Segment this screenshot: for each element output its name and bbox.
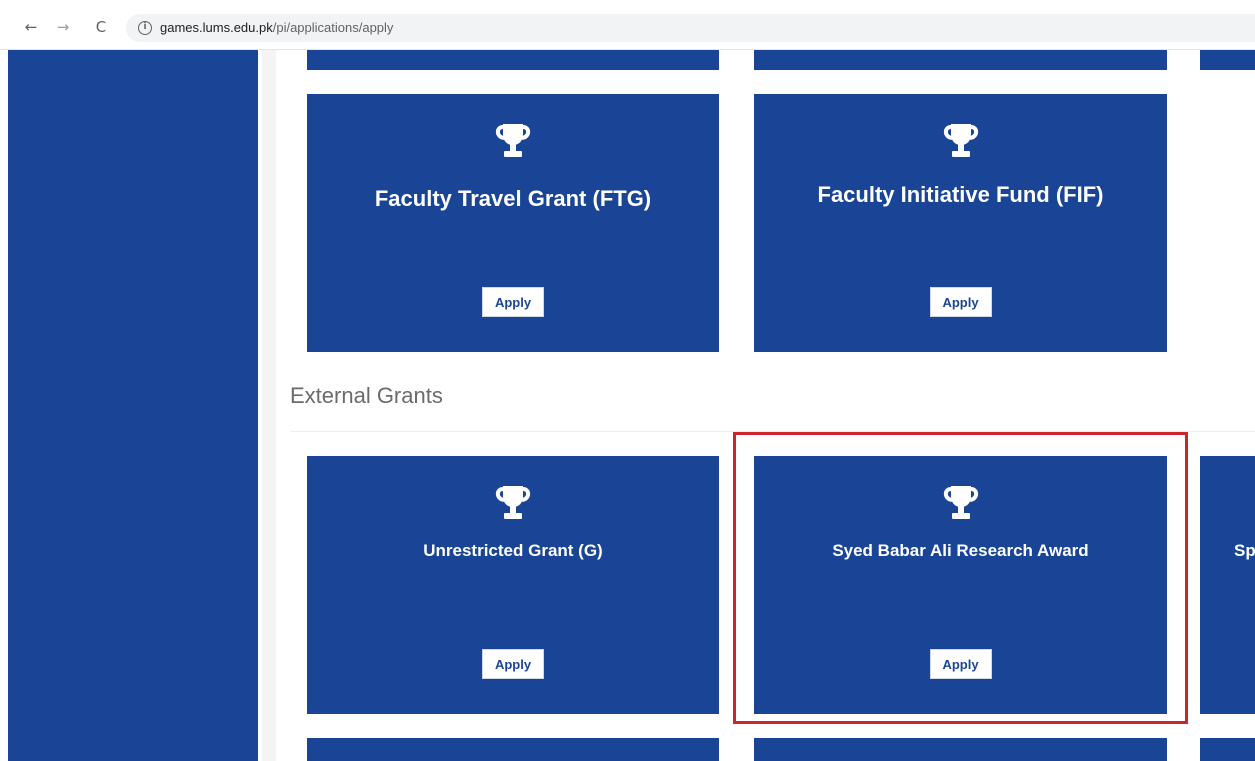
grant-card-ftg: Faculty Travel Grant (FTG) Apply xyxy=(307,94,719,352)
back-arrow-icon[interactable]: ← xyxy=(22,18,40,36)
grant-card-partial xyxy=(754,738,1167,761)
left-sidebar xyxy=(8,50,258,761)
apply-button[interactable]: Apply xyxy=(482,287,544,317)
grant-title: Sp xyxy=(1234,541,1255,560)
trophy-icon xyxy=(943,486,978,519)
url-text[interactable]: games.lums.edu.pk/pi/applications/apply xyxy=(160,20,393,35)
grant-card-unrestricted: Unrestricted Grant (G) Apply xyxy=(307,456,719,714)
url-host: games.lums.edu.pk xyxy=(160,20,273,35)
section-divider xyxy=(290,431,1255,432)
grant-card-partial xyxy=(1200,50,1255,70)
trophy-icon xyxy=(495,486,531,519)
section-title-external-grants: External Grants xyxy=(290,383,443,408)
trophy-icon xyxy=(943,124,978,157)
reload-icon[interactable]: C xyxy=(92,18,110,36)
info-icon[interactable]: i xyxy=(138,21,152,35)
grant-card-partial xyxy=(1200,738,1255,761)
grant-title: Faculty Travel Grant (FTG) xyxy=(374,186,652,211)
browser-toolbar: ← → C i games.lums.edu.pk/pi/application… xyxy=(0,0,1255,50)
trophy-icon xyxy=(495,124,531,157)
grant-card-partial xyxy=(307,50,719,70)
apply-button[interactable]: Apply xyxy=(929,287,992,317)
grant-title: Unrestricted Grant (G) xyxy=(423,541,603,560)
address-bar[interactable]: i games.lums.edu.pk/pi/applications/appl… xyxy=(126,14,1255,42)
forward-arrow-icon[interactable]: → xyxy=(54,18,72,36)
apply-button[interactable]: Apply xyxy=(929,649,992,679)
card-gutter xyxy=(1200,94,1255,352)
grant-title: Faculty Initiative Fund (FIF) xyxy=(817,182,1104,207)
content-gutter xyxy=(262,50,276,761)
grant-card-partial xyxy=(754,50,1167,70)
grant-card-syed-babar-ali: Syed Babar Ali Research Award Apply xyxy=(754,456,1167,714)
grant-card-fif: Faculty Initiative Fund (FIF) Apply xyxy=(754,94,1167,352)
grant-title: Syed Babar Ali Research Award xyxy=(832,541,1089,560)
apply-button[interactable]: Apply xyxy=(482,649,544,679)
grant-card-partial xyxy=(307,738,719,761)
url-path: /pi/applications/apply xyxy=(272,20,394,35)
grant-card-partial: Sp xyxy=(1200,456,1255,714)
